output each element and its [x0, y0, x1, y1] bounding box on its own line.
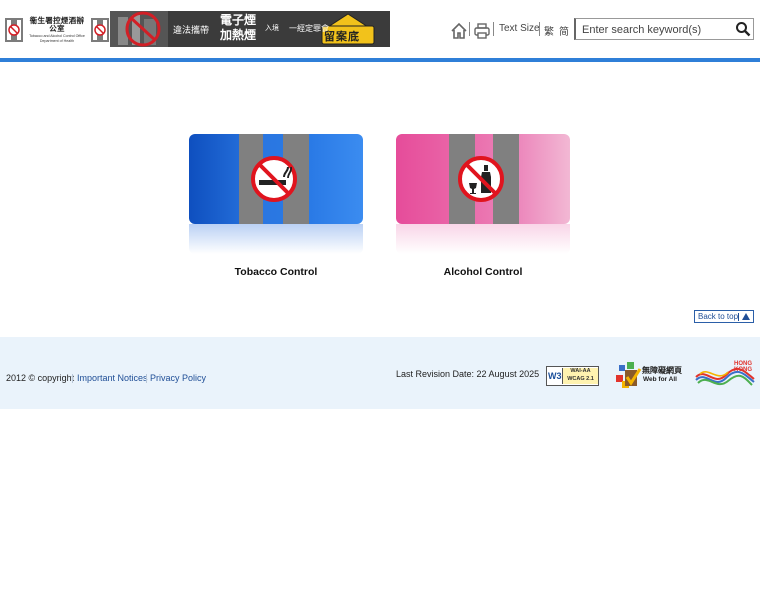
back-to-top-divider [738, 313, 739, 321]
web-for-all-english: Web for All [643, 376, 677, 383]
wcag-line1: WAI-AA [570, 368, 591, 374]
tool-divider [539, 22, 540, 36]
banner-text-1: 違法攜帶 [173, 25, 210, 35]
tobacco-control-card[interactable] [189, 134, 363, 224]
last-revision-date: Last Revision Date: 22 August 2025 [396, 369, 540, 379]
tool-divider [493, 22, 494, 36]
banner-text-2a: 電子煙 [220, 13, 257, 27]
lang-traditional-link[interactable]: 繁 [544, 23, 554, 38]
banner-text-2: 電子煙 加熱煙 [220, 13, 256, 43]
copyright-text: 2012 © copyright [6, 373, 75, 383]
brand-hong-kong-logo[interactable]: HONG KONG [694, 361, 756, 389]
footer-divider [146, 374, 147, 383]
wcag-level: WAI-AA WCAG 2.1 [562, 368, 598, 384]
alcohol-control-label[interactable]: Alcohol Control [396, 266, 570, 278]
printer-icon[interactable] [472, 21, 492, 41]
lang-simplified-link[interactable]: 简 [559, 23, 569, 38]
banner-text-2b: 加熱煙 [220, 28, 257, 42]
home-icon[interactable] [449, 21, 469, 41]
privacy-policy-link[interactable]: Privacy Policy [150, 373, 206, 383]
logo-chinese-text: 衞生署控煙酒辦公室 [29, 16, 85, 33]
back-to-top-button[interactable]: Back to top [694, 310, 754, 323]
search-icon[interactable] [735, 21, 751, 37]
logo-english-line2: Department of Health [39, 38, 75, 43]
department-logo[interactable]: 衞生署控煙酒辦公室 Tobacco and Alcohol Control Of… [5, 14, 109, 46]
site-footer: 2012 © copyright Important Notices Priva… [0, 337, 760, 409]
header-accent-bar [0, 58, 760, 62]
tool-divider [469, 22, 470, 36]
banner-badge-text: 留案底 [324, 31, 360, 43]
brand-hk-line2: KONG [734, 367, 752, 373]
search-input[interactable] [582, 21, 732, 38]
banner-text-3: 入境 [265, 25, 279, 32]
footer-divider [72, 374, 73, 383]
banner-text-4: 一經定罪會 [289, 24, 329, 33]
w3c-wcag-badge[interactable]: W3C WAI-AA WCAG 2.1 [546, 366, 599, 386]
health-h-logo-right-icon [91, 18, 109, 42]
tobacco-card-reflection [189, 224, 363, 254]
web-for-all-chinese: 無障礙網頁 [642, 366, 682, 375]
text-size-button[interactable]: Text Size [499, 23, 540, 34]
tobacco-control-label[interactable]: Tobacco Control [189, 266, 363, 278]
promo-banner[interactable]: 違法攜帶 電子煙 加熱煙 入境 一經定罪會 留案底 [110, 11, 390, 47]
site-header: 衞生署控煙酒辦公室 Tobacco and Alcohol Control Of… [0, 0, 760, 59]
arrow-up-icon [742, 313, 750, 320]
health-h-logo-icon [5, 18, 23, 42]
alcohol-control-card[interactable] [396, 134, 570, 224]
important-notices-link[interactable]: Important Notices [77, 373, 148, 383]
web-for-all-badge[interactable]: 無障礙網頁 Web for All [614, 357, 682, 393]
back-to-top-label: Back to top [698, 312, 739, 321]
search-box [574, 18, 754, 40]
alcohol-card-reflection [396, 224, 570, 254]
no-alcohol-icon [458, 156, 504, 202]
wcag-line2: WCAG 2.1 [567, 375, 594, 382]
no-smoking-icon [251, 156, 297, 202]
